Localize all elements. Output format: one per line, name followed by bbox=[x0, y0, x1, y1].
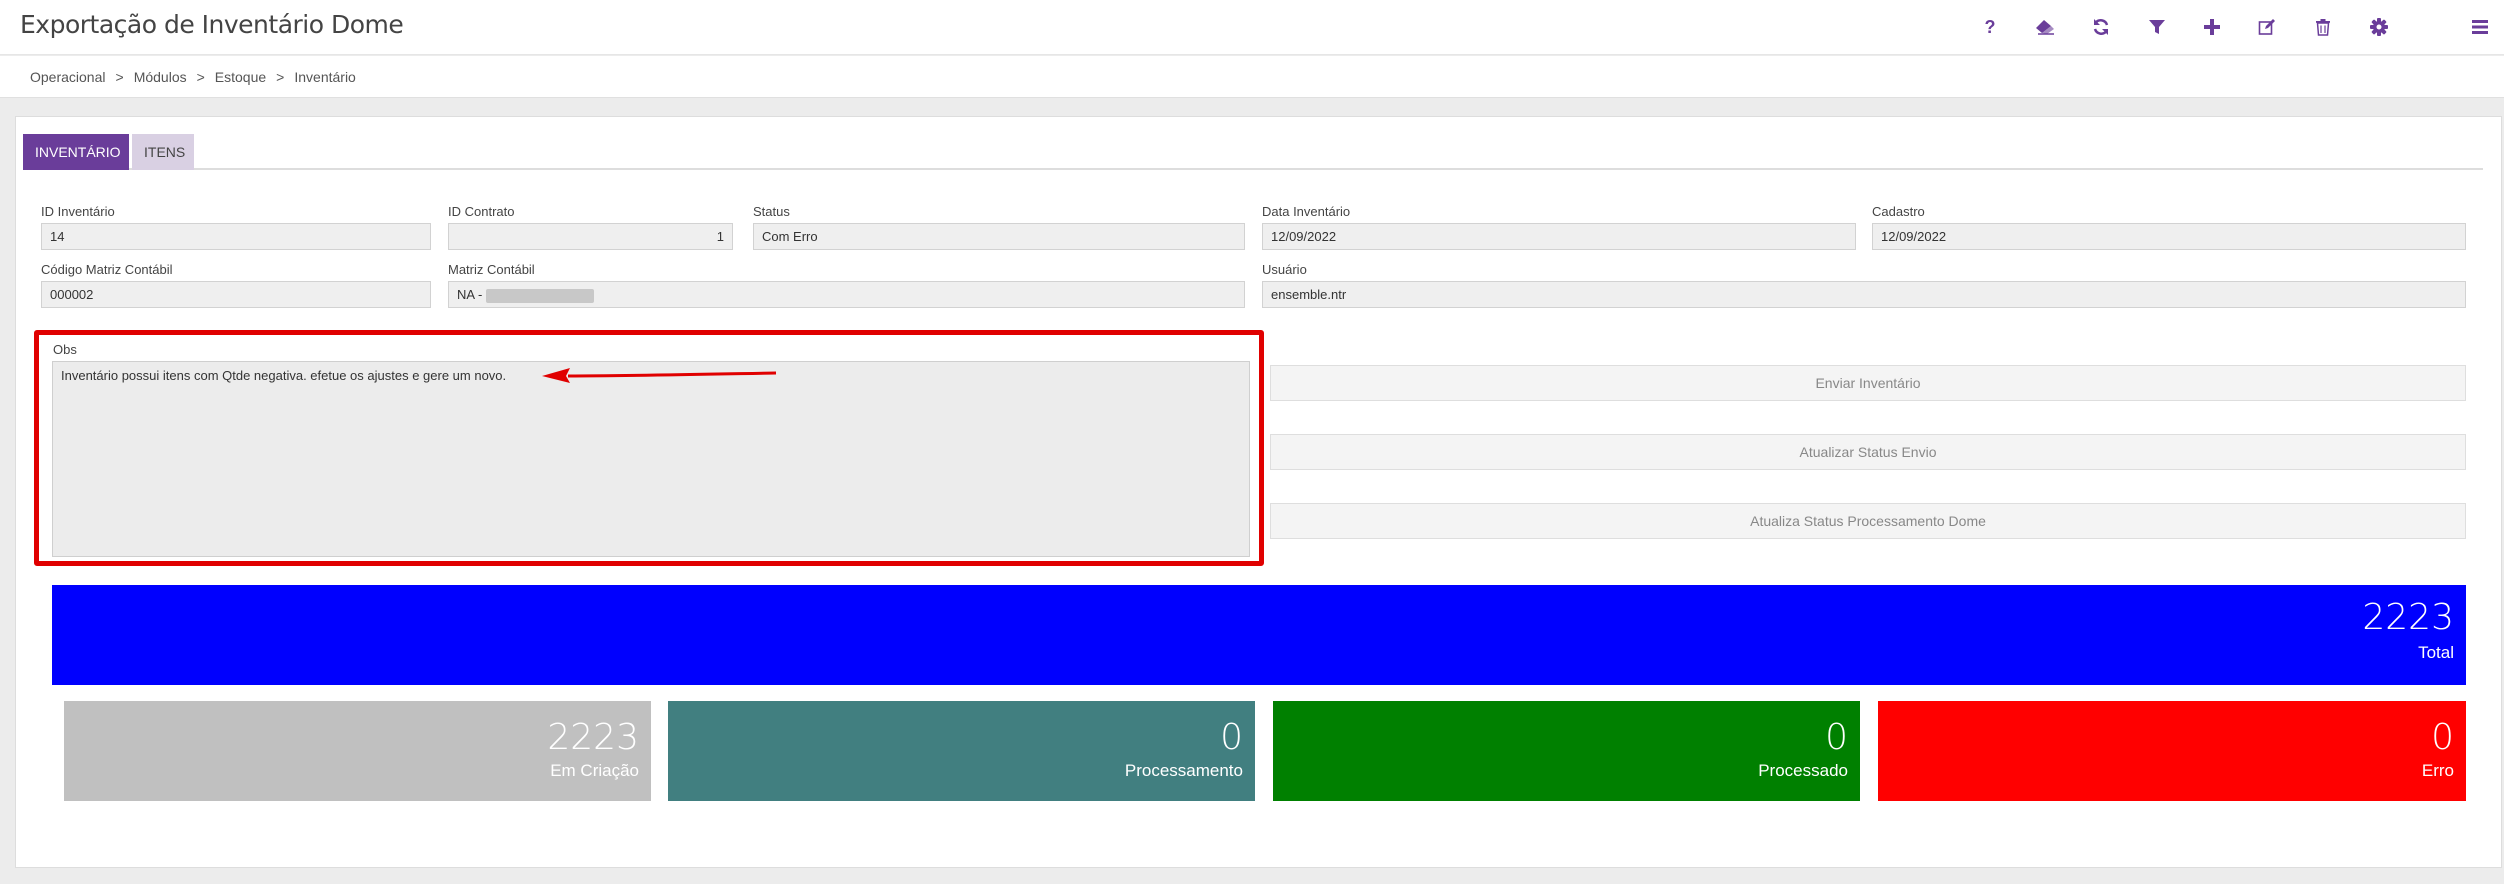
add-button[interactable] bbox=[2196, 12, 2228, 42]
atualizar-status-envio-button[interactable]: Atualizar Status Envio bbox=[1270, 434, 2466, 470]
codigo-matriz-label: Código Matriz Contábil bbox=[41, 262, 173, 277]
edit-button[interactable] bbox=[2251, 12, 2283, 42]
id-inventario-input[interactable]: 14 bbox=[41, 223, 431, 250]
field-matriz-contabil: Matriz Contábil NA - bbox=[448, 261, 1245, 308]
processamento-value: 0 bbox=[1220, 717, 1243, 758]
em-criacao-tile: 2223 Em Criação bbox=[64, 701, 651, 801]
header-bar: Exportação de Inventário Dome ? bbox=[0, 0, 2504, 55]
status-input[interactable]: Com Erro bbox=[753, 223, 1245, 250]
usuario-label: Usuário bbox=[1262, 262, 1307, 277]
usuario-input[interactable]: ensemble.ntr bbox=[1262, 281, 2466, 308]
breadcrumb-separator: > bbox=[276, 69, 285, 85]
menu-icon bbox=[2472, 20, 2488, 34]
data-inventario-input[interactable]: 12/09/2022 bbox=[1262, 223, 1856, 250]
status-label: Status bbox=[753, 204, 790, 219]
refresh-button[interactable] bbox=[2085, 12, 2117, 42]
trash-icon bbox=[2316, 19, 2330, 36]
redacted-block bbox=[486, 288, 595, 303]
total-value: 2223 bbox=[2362, 597, 2454, 638]
edit-icon bbox=[2258, 19, 2275, 35]
id-contrato-label: ID Contrato bbox=[448, 204, 515, 219]
settings-button[interactable] bbox=[2363, 12, 2395, 42]
matriz-contabil-label: Matriz Contábil bbox=[448, 262, 535, 277]
eraser-button[interactable] bbox=[2029, 12, 2061, 42]
menu-button[interactable] bbox=[2464, 12, 2496, 42]
total-label: Total bbox=[2418, 643, 2454, 662]
breadcrumb-bar: Operacional > Módulos > Estoque > Inventário bbox=[0, 56, 2504, 98]
field-status: Status Com Erro bbox=[753, 203, 1245, 250]
matriz-contabil-input[interactable]: NA - bbox=[448, 281, 1245, 308]
field-id-inventario: ID Inventário 14 bbox=[41, 203, 431, 250]
field-codigo-matriz: Código Matriz Contábil 000002 bbox=[41, 261, 431, 308]
atualiza-processamento-button[interactable]: Atualiza Status Processamento Dome bbox=[1270, 503, 2466, 539]
tab-bar: INVENTÁRIO ITENS bbox=[23, 134, 2483, 170]
delete-button[interactable] bbox=[2307, 12, 2339, 42]
enviar-inventario-button[interactable]: Enviar Inventário bbox=[1270, 365, 2466, 401]
breadcrumb-inventario[interactable]: Inventário bbox=[294, 69, 355, 85]
obs-textarea[interactable]: Inventário possui itens com Qtde negativ… bbox=[52, 361, 1250, 557]
breadcrumb: Operacional > Módulos > Estoque > Inventário bbox=[30, 69, 356, 85]
annotation-arrow-icon bbox=[542, 368, 777, 383]
field-id-contrato: ID Contrato 1 bbox=[448, 203, 733, 250]
gear-icon bbox=[2370, 18, 2388, 36]
processado-label: Processado bbox=[1758, 761, 1848, 780]
matriz-contabil-value: NA - bbox=[457, 287, 483, 302]
em-criacao-label: Em Criação bbox=[550, 761, 639, 780]
breadcrumb-operacional[interactable]: Operacional bbox=[30, 69, 106, 85]
erro-label: Erro bbox=[2421, 761, 2454, 780]
breadcrumb-modulos[interactable]: Módulos bbox=[134, 69, 187, 85]
erro-value: 0 bbox=[2431, 717, 2454, 758]
em-criacao-value: 2223 bbox=[547, 717, 639, 758]
id-inventario-label: ID Inventário bbox=[41, 204, 115, 219]
filter-button[interactable] bbox=[2141, 12, 2173, 42]
breadcrumb-estoque[interactable]: Estoque bbox=[215, 69, 266, 85]
data-inventario-label: Data Inventário bbox=[1262, 204, 1351, 219]
obs-label: Obs bbox=[53, 342, 77, 357]
tab-inventario[interactable]: INVENTÁRIO bbox=[23, 134, 129, 170]
codigo-matriz-input[interactable]: 000002 bbox=[41, 281, 431, 308]
field-cadastro: Cadastro 12/09/2022 bbox=[1872, 203, 2466, 250]
processado-value: 0 bbox=[1825, 717, 1848, 758]
erro-tile: 0 Erro bbox=[1878, 701, 2466, 801]
filter-icon bbox=[2149, 20, 2165, 34]
breadcrumb-separator: > bbox=[115, 69, 124, 85]
tab-itens[interactable]: ITENS bbox=[132, 134, 194, 170]
eraser-icon bbox=[2036, 20, 2054, 35]
cadastro-input[interactable]: 12/09/2022 bbox=[1872, 223, 2466, 250]
processado-tile: 0 Processado bbox=[1273, 701, 1860, 801]
plus-icon bbox=[2204, 19, 2220, 35]
id-contrato-input[interactable]: 1 bbox=[448, 223, 733, 250]
field-usuario: Usuário ensemble.ntr bbox=[1262, 261, 2466, 308]
field-data-inventario: Data Inventário 12/09/2022 bbox=[1262, 203, 1856, 250]
total-tile: 2223 Total bbox=[52, 585, 2466, 685]
processamento-tile: 0 Processamento bbox=[668, 701, 1255, 801]
breadcrumb-separator: > bbox=[196, 69, 205, 85]
toolbar: ? bbox=[0, 12, 2504, 42]
processamento-label: Processamento bbox=[1124, 761, 1243, 780]
help-button[interactable]: ? bbox=[1974, 12, 2006, 42]
refresh-icon bbox=[2093, 19, 2109, 35]
help-icon: ? bbox=[1984, 16, 1996, 37]
cadastro-label: Cadastro bbox=[1872, 204, 1925, 219]
